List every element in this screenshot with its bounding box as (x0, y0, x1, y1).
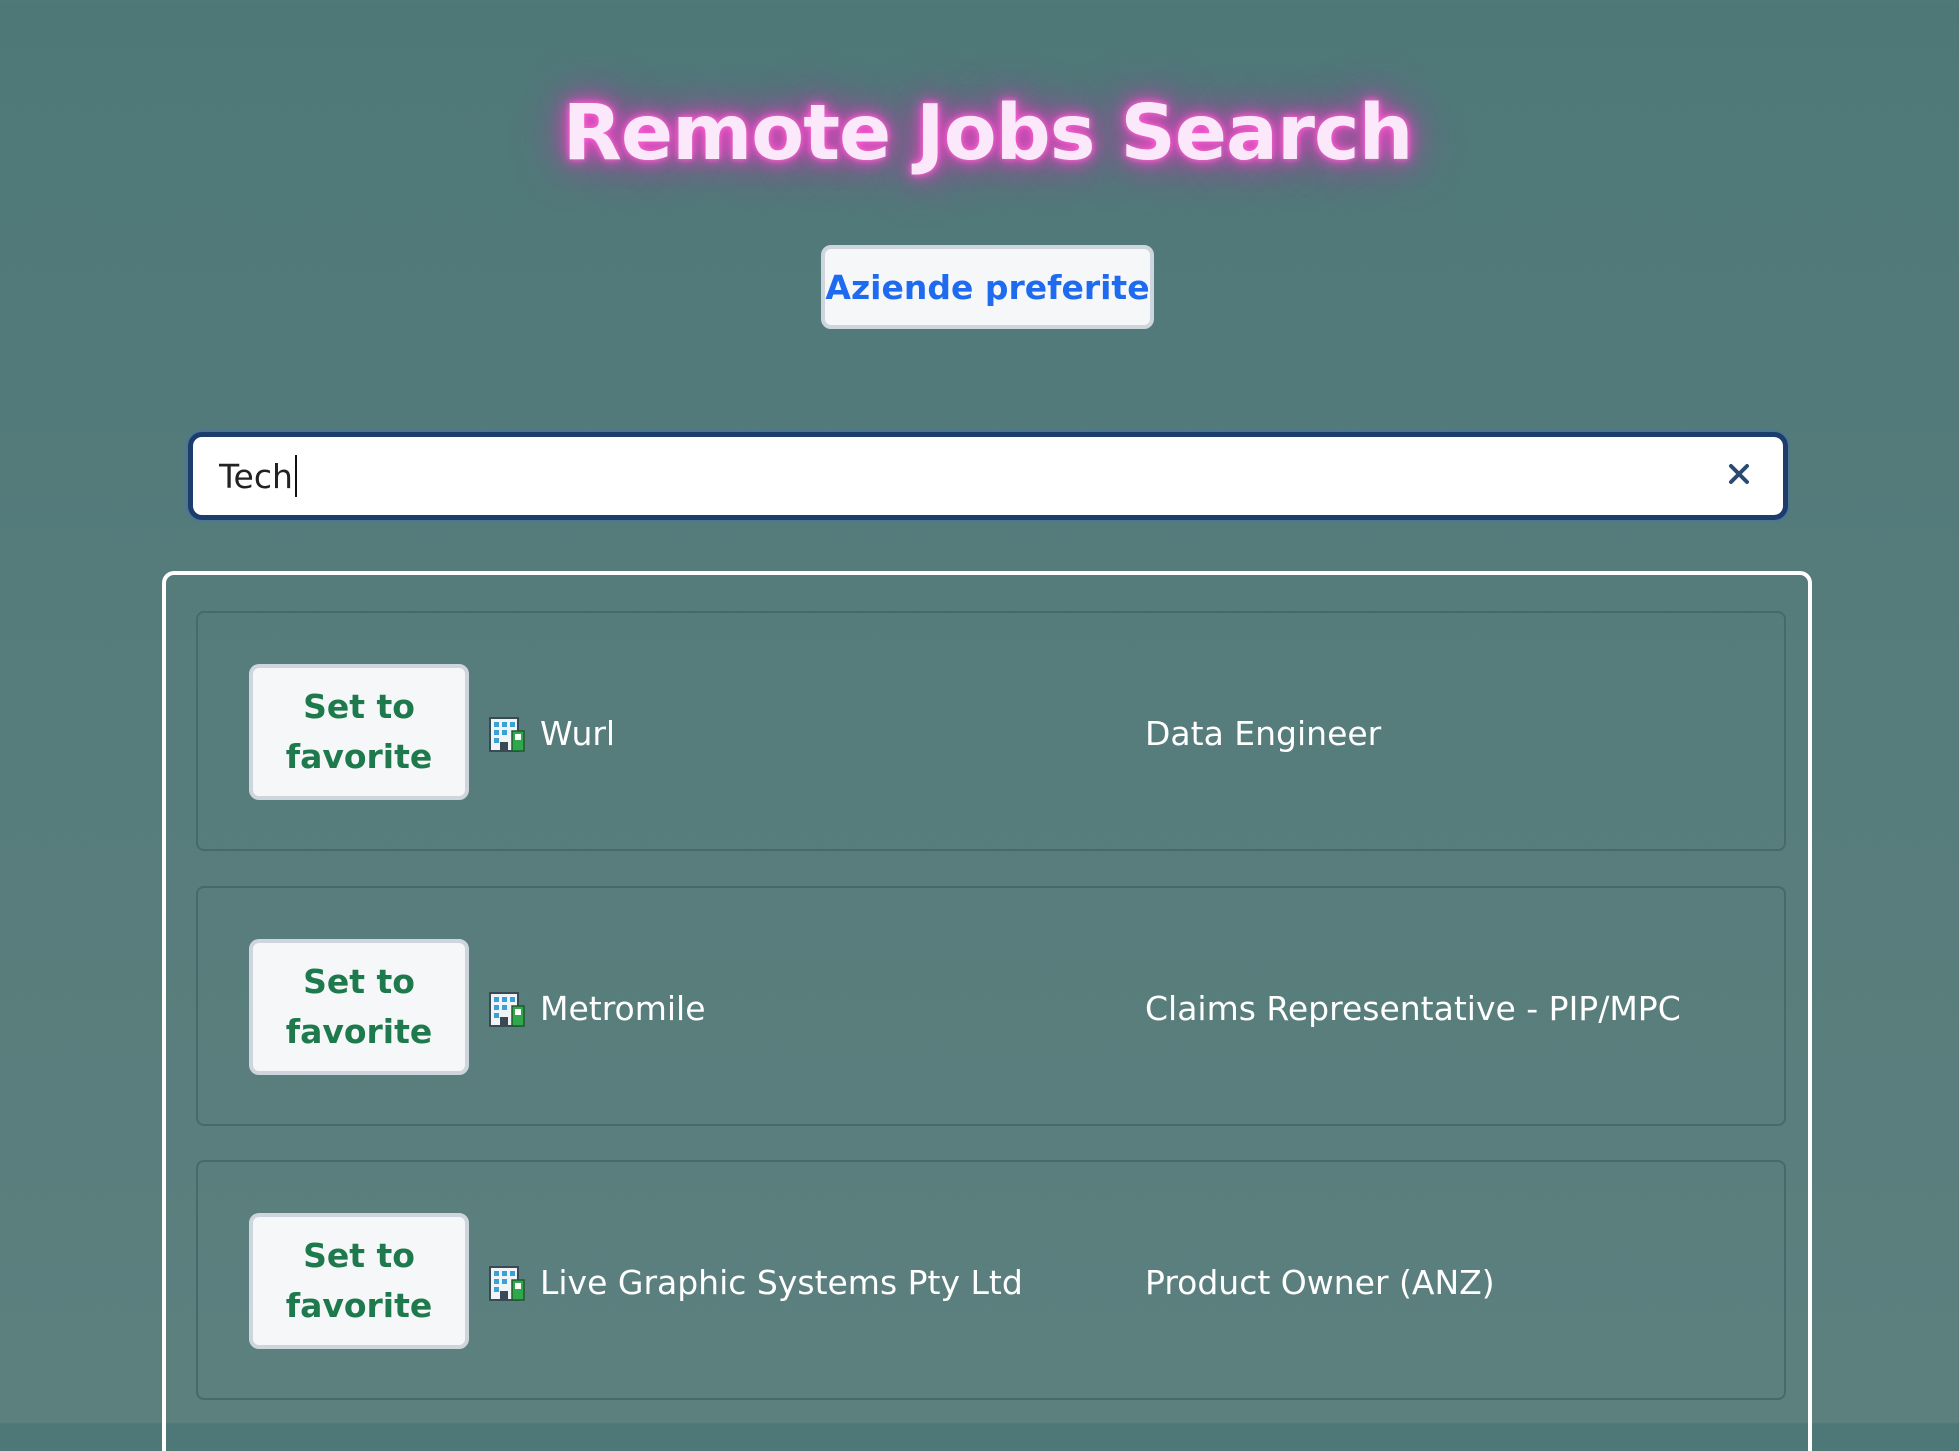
office-building-icon (489, 1266, 525, 1301)
job-card: Set to favorite Live Graphic Systems Pty… (196, 1160, 1786, 1400)
job-title: Data Engineer (1145, 714, 1382, 753)
text-caret (294, 455, 297, 497)
results-list: Set to favorite Wurl Data Engineer Set t… (162, 571, 1812, 1451)
set-favorite-button[interactable]: Set to favorite (249, 664, 469, 800)
set-favorite-button[interactable]: Set to favorite (249, 1213, 469, 1349)
office-building-icon (489, 717, 525, 752)
favorite-companies-button[interactable]: Aziende preferite (821, 245, 1154, 329)
company-name: Wurl (540, 714, 616, 753)
set-favorite-button[interactable]: Set to favorite (249, 939, 469, 1075)
page-title: Remote Jobs Search (562, 89, 1414, 178)
search-box[interactable] (188, 432, 1788, 520)
job-card: Set to favorite Wurl Data Engineer (196, 611, 1786, 851)
close-icon[interactable] (1719, 454, 1759, 494)
job-card: Set to favorite Metromile Claims Represe… (196, 886, 1786, 1126)
job-title: Product Owner (ANZ) (1145, 1263, 1495, 1302)
company-name: Metromile (540, 989, 706, 1028)
company-name: Live Graphic Systems Pty Ltd (540, 1263, 1023, 1302)
search-input[interactable] (193, 437, 1693, 515)
job-title: Claims Representative - PIP/MPC (1145, 989, 1681, 1028)
office-building-icon (489, 992, 525, 1027)
